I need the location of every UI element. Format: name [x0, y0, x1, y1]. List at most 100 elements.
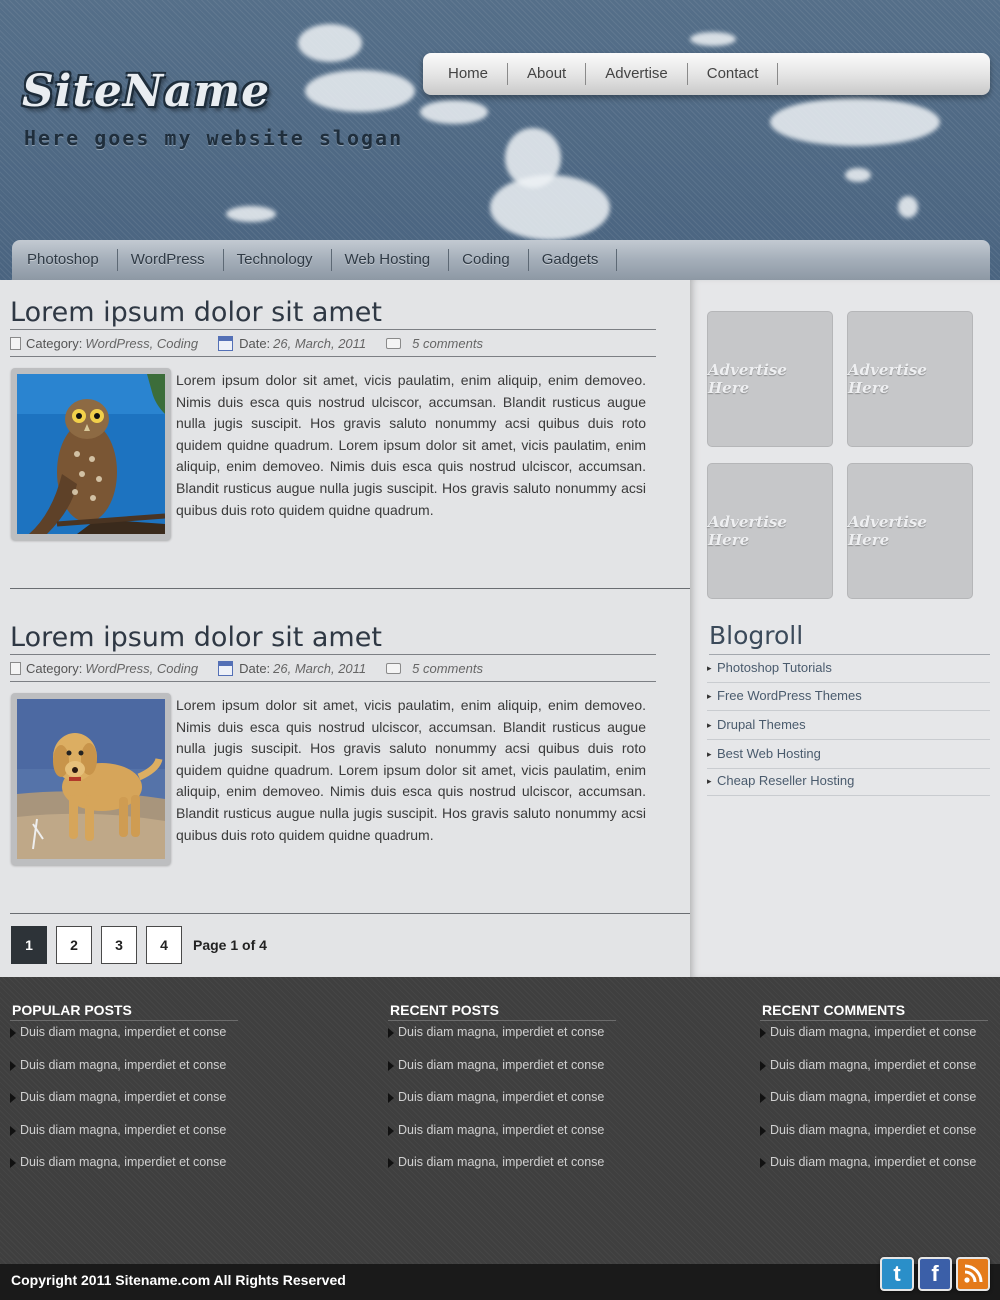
post-category: Category: WordPress, Coding	[10, 336, 198, 351]
blogroll-link[interactable]: Free WordPress Themes	[707, 683, 990, 711]
post-excerpt: Lorem ipsum dolor sit amet, vicis paulat…	[176, 372, 646, 518]
blogroll-heading: Blogroll	[709, 619, 990, 655]
category-wordpress[interactable]: WordPress	[118, 249, 224, 271]
comment-icon	[386, 662, 402, 674]
page-info: Page 1 of 4	[193, 937, 267, 953]
cloud-decoration	[298, 24, 362, 62]
category-web-hosting[interactable]: Web Hosting	[332, 249, 450, 271]
recent-comments-heading: RECENT COMMENTS	[760, 1000, 988, 1021]
calendar-icon	[218, 335, 234, 351]
blogroll-link[interactable]: Best Web Hosting	[707, 741, 990, 769]
popular-post-link[interactable]: Duis diam magna, imperdiet et conse	[10, 1021, 238, 1054]
popular-post-link[interactable]: Duis diam magna, imperdiet et conse	[10, 1151, 238, 1184]
comments-link[interactable]: 5 comments	[412, 336, 483, 351]
post-divider	[10, 913, 690, 914]
post-comments: 5 comments	[386, 661, 483, 676]
comment-icon	[386, 337, 402, 349]
cloud-decoration	[898, 196, 918, 218]
date-label: Date:	[239, 335, 271, 351]
date-label: Date:	[239, 660, 271, 676]
blog-post: Lorem ipsum dolor sit amet Category: Wor…	[10, 621, 656, 682]
cloud-decoration	[770, 98, 940, 146]
site-slogan: Here goes my website slogan	[24, 126, 404, 150]
advertise-slot-3[interactable]: Advertise Here	[707, 463, 833, 599]
facebook-icon[interactable]: f	[918, 1257, 952, 1291]
post-date: Date: 26, March, 2011	[218, 335, 367, 351]
copyright-text: Copyright 2011 Sitename.com All Rights R…	[11, 1272, 346, 1288]
dog-photo	[17, 699, 165, 859]
post-title[interactable]: Lorem ipsum dolor sit amet	[10, 621, 656, 655]
recent-comment-link[interactable]: Duis diam magna, imperdiet et conse	[760, 1086, 988, 1119]
post-title[interactable]: Lorem ipsum dolor sit amet	[10, 296, 656, 330]
popular-posts-heading: POPULAR POSTS	[10, 1000, 238, 1021]
recent-comments-column: RECENT COMMENTS Duis diam magna, imperdi…	[760, 1000, 988, 1184]
post-category: Category: WordPress, Coding	[10, 661, 198, 676]
category-label: Category:	[26, 335, 83, 351]
category-coding[interactable]: Coding	[449, 249, 529, 271]
cloud-decoration	[490, 175, 610, 240]
post-excerpt: Lorem ipsum dolor sit amet, vicis paulat…	[176, 697, 646, 843]
nav-contact[interactable]: Contact	[688, 63, 779, 85]
popular-post-link[interactable]: Duis diam magna, imperdiet et conse	[10, 1119, 238, 1152]
recent-comment-link[interactable]: Duis diam magna, imperdiet et conse	[760, 1119, 988, 1152]
cloud-decoration	[305, 70, 415, 112]
page-4-button[interactable]: 4	[146, 926, 182, 964]
recent-comment-link[interactable]: Duis diam magna, imperdiet et conse	[760, 1151, 988, 1184]
pagination: 1 2 3 4 Page 1 of 4	[11, 926, 267, 964]
post-meta: Category: WordPress, Coding Date: 26, Ma…	[10, 655, 656, 682]
page-2-button[interactable]: 2	[56, 926, 92, 964]
popular-post-link[interactable]: Duis diam magna, imperdiet et conse	[10, 1086, 238, 1119]
cloud-decoration	[226, 206, 276, 222]
document-icon	[10, 661, 21, 675]
page-3-button[interactable]: 3	[101, 926, 137, 964]
cloud-decoration	[420, 100, 488, 124]
post-meta: Category: WordPress, Coding Date: 26, Ma…	[10, 330, 656, 357]
recent-comment-link[interactable]: Duis diam magna, imperdiet et conse	[760, 1021, 988, 1054]
nav-about[interactable]: About	[508, 63, 587, 85]
post-thumbnail-owl[interactable]	[11, 368, 171, 540]
date-value: 26, March, 2011	[273, 660, 367, 676]
calendar-icon	[218, 660, 234, 676]
category-gadgets[interactable]: Gadgets	[529, 249, 618, 271]
site-header: SiteName Here goes my website slogan Hom…	[0, 0, 1000, 280]
category-navigation: Photoshop WordPress Technology Web Hosti…	[12, 240, 990, 280]
nav-advertise[interactable]: Advertise	[586, 63, 688, 85]
recent-post-link[interactable]: Duis diam magna, imperdiet et conse	[388, 1151, 616, 1184]
twitter-icon[interactable]: t	[880, 1257, 914, 1291]
category-label: Category:	[26, 660, 83, 676]
site-logo[interactable]: SiteName	[22, 66, 270, 117]
document-icon	[10, 336, 21, 350]
popular-post-link[interactable]: Duis diam magna, imperdiet et conse	[10, 1054, 238, 1087]
category-links[interactable]: WordPress, Coding	[85, 336, 198, 351]
recent-post-link[interactable]: Duis diam magna, imperdiet et conse	[388, 1021, 616, 1054]
advertise-slot-1[interactable]: Advertise Here	[707, 311, 833, 447]
rss-icon[interactable]	[956, 1257, 990, 1291]
blog-post: Lorem ipsum dolor sit amet Category: Wor…	[10, 296, 656, 357]
recent-post-link[interactable]: Duis diam magna, imperdiet et conse	[388, 1054, 616, 1087]
blogroll-link[interactable]: Drupal Themes	[707, 712, 990, 740]
page-1-button[interactable]: 1	[11, 926, 47, 964]
post-date: Date: 26, March, 2011	[218, 660, 367, 676]
cloud-decoration	[690, 32, 736, 46]
nav-home[interactable]: Home	[429, 63, 509, 85]
category-technology[interactable]: Technology	[224, 249, 332, 271]
post-thumbnail-dog[interactable]	[11, 693, 171, 865]
blogroll-link[interactable]: Photoshop Tutorials	[707, 655, 990, 683]
top-navigation: Home About Advertise Contact	[423, 53, 990, 95]
comments-link[interactable]: 5 comments	[412, 661, 483, 676]
date-value: 26, March, 2011	[273, 335, 367, 351]
post-divider	[10, 588, 690, 589]
post-comments: 5 comments	[386, 336, 483, 351]
popular-posts-column: POPULAR POSTS Duis diam magna, imperdiet…	[10, 1000, 238, 1184]
recent-post-link[interactable]: Duis diam magna, imperdiet et conse	[388, 1086, 616, 1119]
category-photoshop[interactable]: Photoshop	[14, 249, 118, 271]
advertise-slot-4[interactable]: Advertise Here	[847, 463, 973, 599]
category-links[interactable]: WordPress, Coding	[85, 661, 198, 676]
advertise-slot-2[interactable]: Advertise Here	[847, 311, 973, 447]
recent-post-link[interactable]: Duis diam magna, imperdiet et conse	[388, 1119, 616, 1152]
rss-glyph	[964, 1264, 983, 1283]
recent-comment-link[interactable]: Duis diam magna, imperdiet et conse	[760, 1054, 988, 1087]
blogroll-link[interactable]: Cheap Reseller Hosting	[707, 768, 990, 796]
recent-posts-column: RECENT POSTS Duis diam magna, imperdiet …	[388, 1000, 616, 1184]
recent-posts-heading: RECENT POSTS	[388, 1000, 616, 1021]
